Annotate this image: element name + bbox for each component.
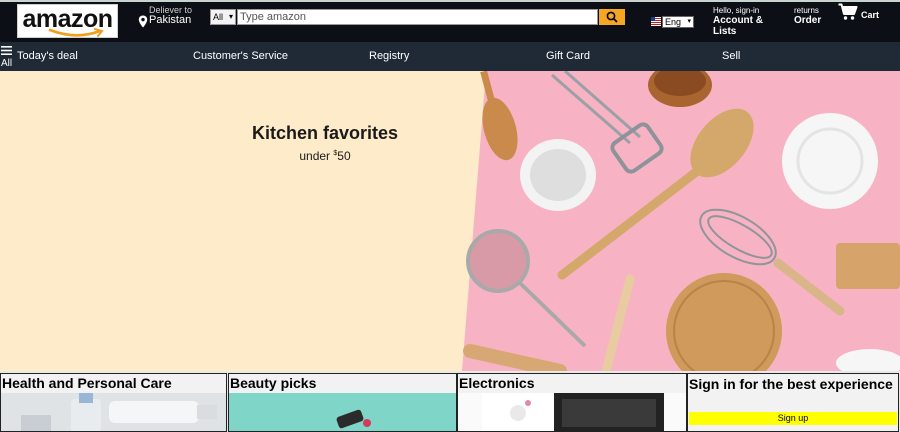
all-menu-button[interactable]: All [1, 44, 15, 70]
nav-sell[interactable]: Sell [722, 50, 740, 62]
electronics-image [458, 393, 686, 431]
search-button[interactable] [599, 9, 625, 25]
header-top-rim [0, 0, 900, 2]
hero-title: Kitchen favorites [251, 123, 399, 143]
top-header: amazon Deliever to Pakistan All ▾ Type a… [0, 0, 900, 42]
hero-subtitle-prefix: under [299, 149, 334, 163]
hero-subtitle: under $50 [210, 149, 440, 163]
nav-gift-card[interactable]: Gift Card [546, 50, 590, 62]
beauty-products-image [229, 393, 456, 431]
all-menu-label: All [1, 58, 13, 69]
search-bar: All ▾ [210, 9, 625, 25]
hamburger-icon [1, 46, 12, 55]
cart-icon [838, 3, 858, 20]
cart-button[interactable]: Cart [838, 3, 888, 25]
nav-customer-service[interactable]: Customer's Service [193, 50, 288, 62]
chevron-down-icon: ▾ [687, 18, 691, 25]
search-input[interactable] [237, 9, 598, 25]
location-pin-icon [138, 15, 148, 28]
returns-label: returns [794, 6, 819, 15]
search-category-select[interactable]: All ▾ [210, 9, 236, 25]
language-value: Eng [665, 17, 682, 27]
orders-label: Order [794, 15, 822, 26]
hero-amount: 50 [337, 149, 351, 163]
card-electronics[interactable]: Electronics [457, 373, 687, 432]
health-products-image [1, 393, 226, 431]
card-title: Electronics [459, 375, 535, 391]
amazon-logo[interactable]: amazon [17, 4, 118, 38]
search-category-value: All [213, 12, 224, 22]
returns-orders[interactable]: returns Order [794, 6, 821, 26]
sub-navigation: All Today's deal Customer's Service Regi… [0, 42, 900, 71]
card-beauty-picks[interactable]: Beauty picks [228, 373, 457, 432]
account-greeting: Hello, sign-in [713, 6, 760, 15]
kitchen-utensils-photo [462, 71, 900, 371]
hero-banner[interactable]: Kitchen favorites under $50 [0, 71, 900, 371]
card-title: Health and Personal Care [2, 375, 172, 391]
card-title: Beauty picks [230, 375, 317, 391]
cart-label: Cart [861, 10, 880, 20]
language-select[interactable]: Eng ▾ [662, 16, 694, 28]
nav-registry[interactable]: Registry [369, 50, 409, 62]
category-cards: Health and Personal Care Beauty picks El… [0, 371, 900, 432]
signin-card: Sign in for the best experience Sign up [687, 373, 899, 432]
account-lists-label: Account & Lists [713, 15, 763, 37]
flag-icon [651, 17, 661, 26]
account-lists[interactable]: Hello, sign-in Account & Lists [713, 6, 783, 37]
search-icon [606, 11, 618, 23]
signin-title: Sign in for the best experience [689, 376, 893, 392]
deliver-location: Pakistan [149, 14, 192, 26]
nav-todays-deal[interactable]: Today's deal [17, 50, 78, 62]
logo-smile-icon [48, 28, 104, 37]
signup-button[interactable]: Sign up [689, 412, 897, 425]
chevron-down-icon: ▾ [228, 12, 233, 21]
card-health-personal-care[interactable]: Health and Personal Care [0, 373, 227, 432]
